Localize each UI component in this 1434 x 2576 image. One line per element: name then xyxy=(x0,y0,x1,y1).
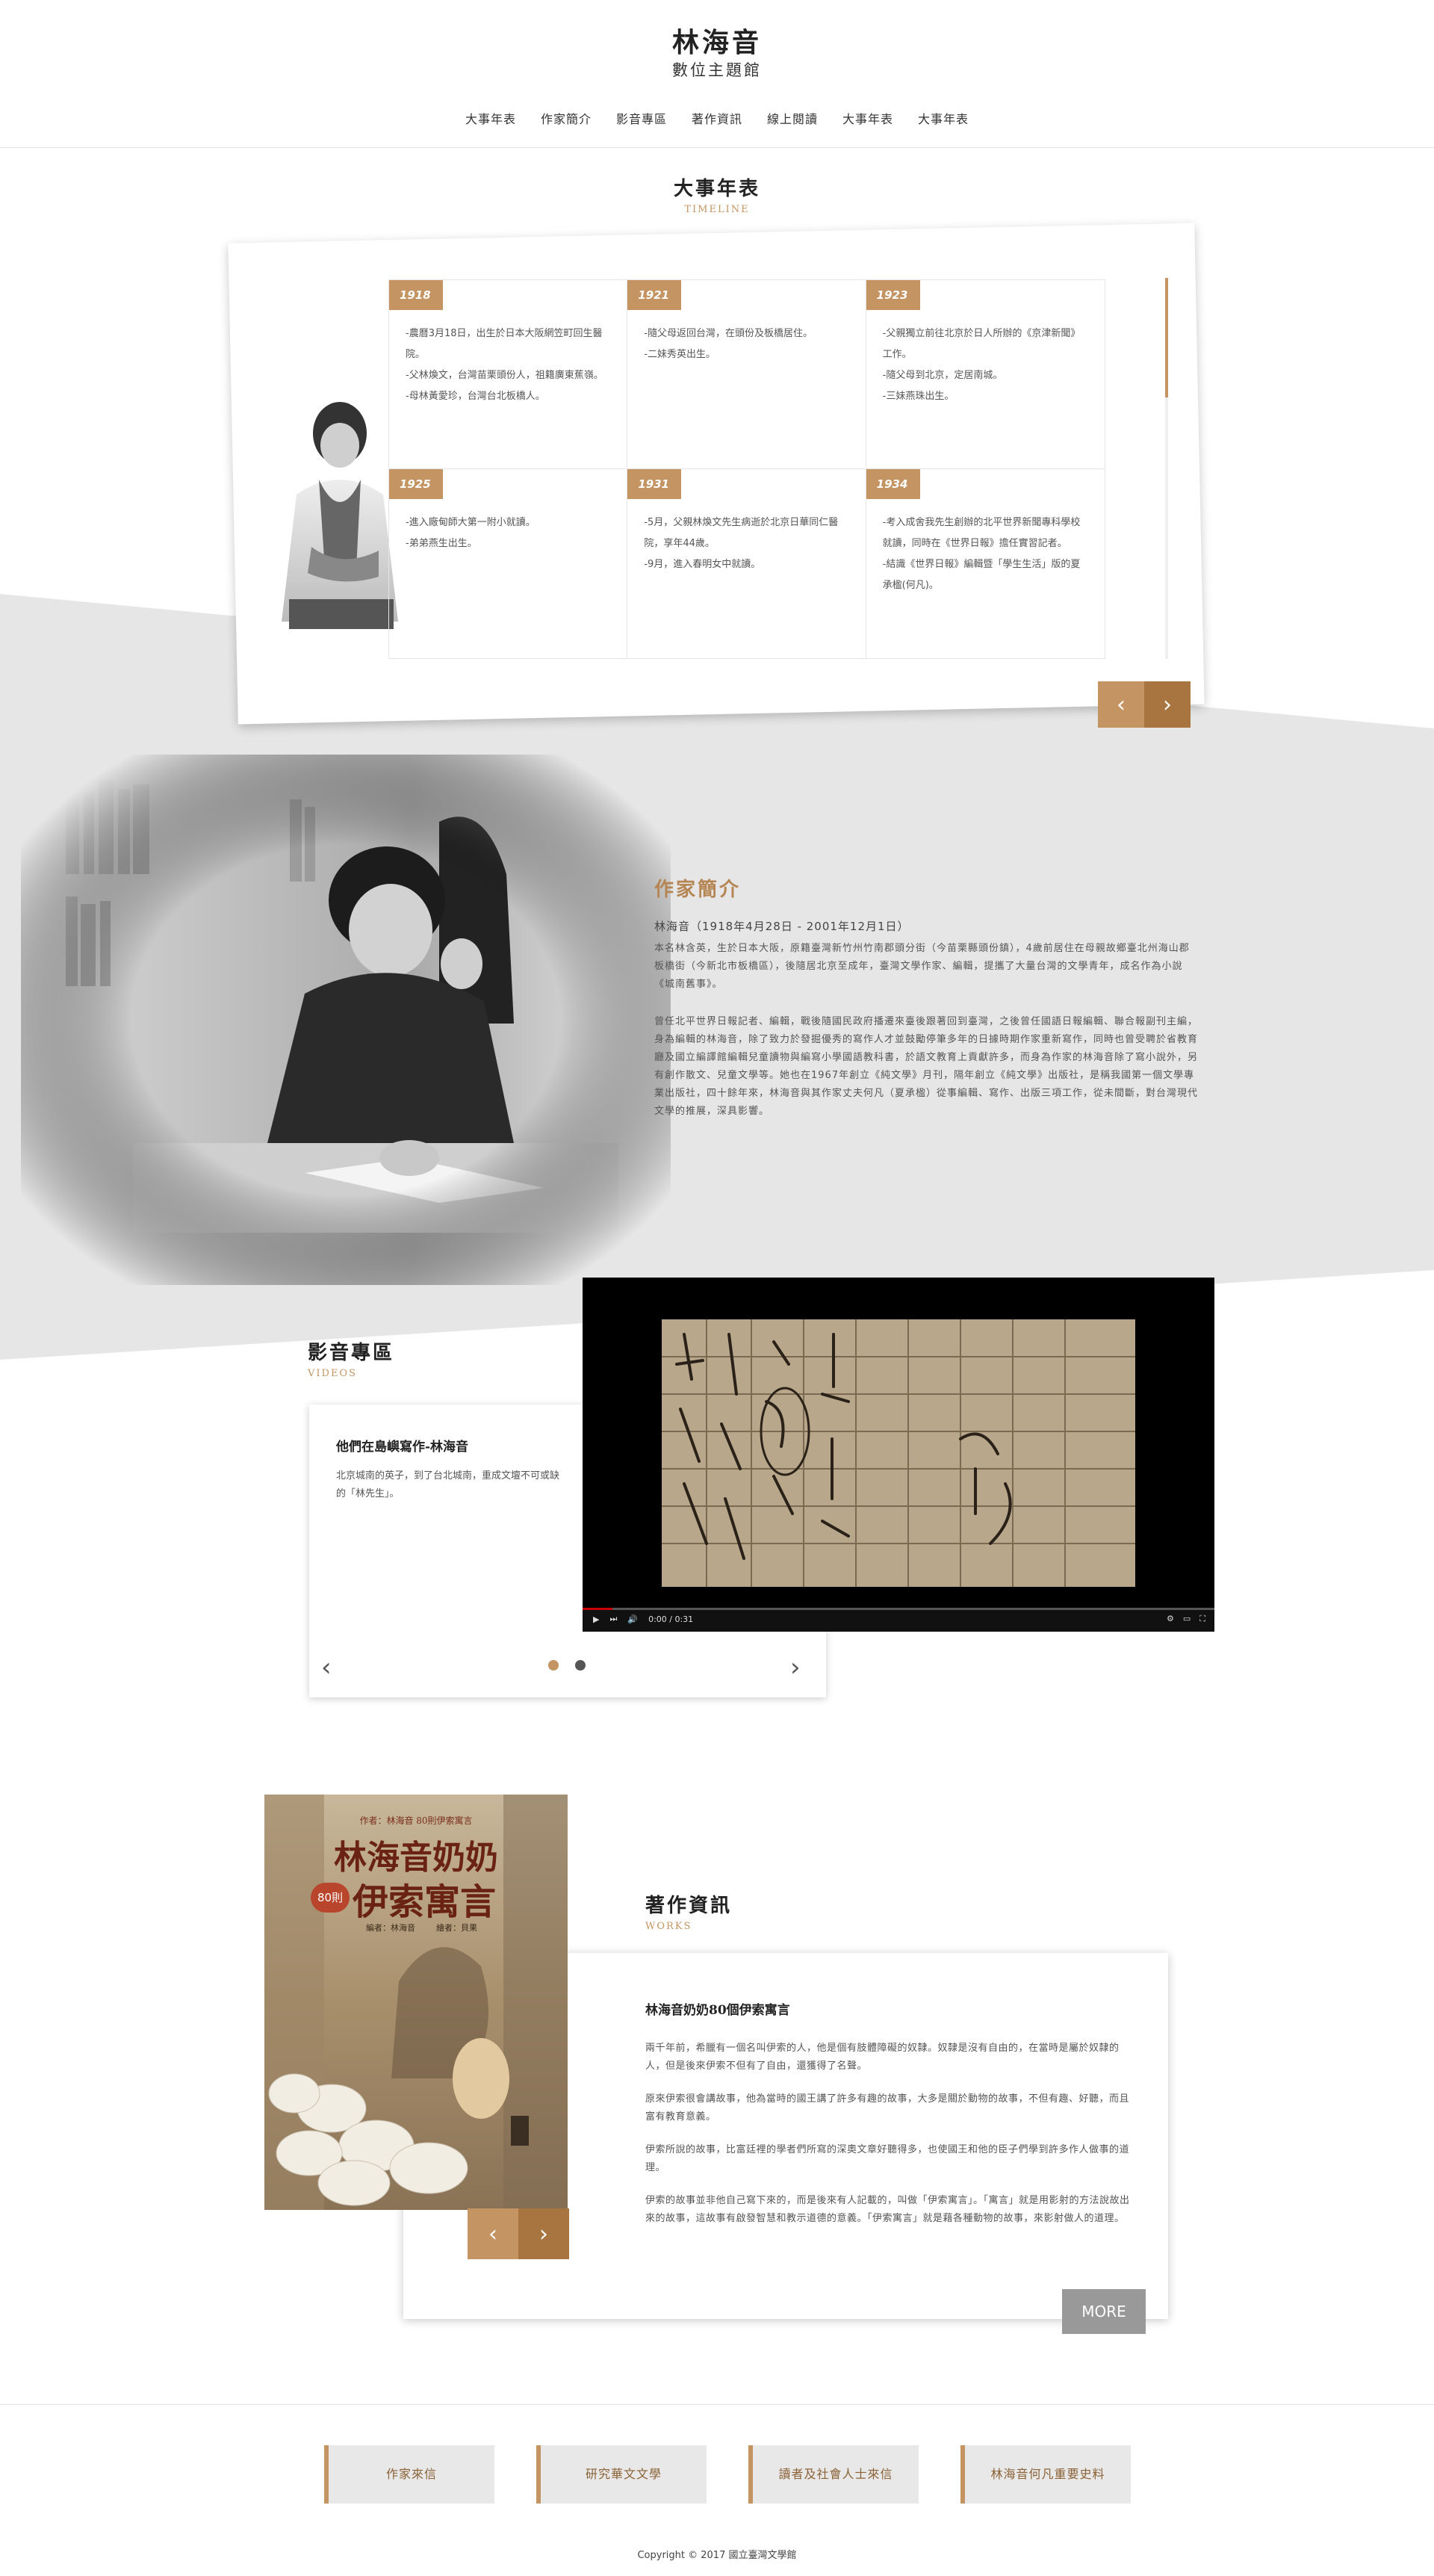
book-prev-button[interactable]: ‹ xyxy=(468,2208,518,2259)
book-illustrator: 繪者：貝果 xyxy=(436,1923,477,1933)
play-icon[interactable]: ▶ xyxy=(593,1614,599,1624)
video-player[interactable]: ▶ ⏭ 🔊 0:00 / 0:31 ⚙ ▭ ⛶ xyxy=(583,1278,1214,1632)
nav-item-timeline-2[interactable]: 大事年表 xyxy=(842,109,893,127)
book-author: 編者：林海音 xyxy=(366,1923,415,1933)
works-description: 兩千年前，希臘有一個名叫伊索的人，他是個有肢體障礙的奴隸。奴隸是沒有自由的，在當… xyxy=(645,2040,1138,2243)
nav-item-timeline-3[interactable]: 大事年表 xyxy=(918,109,969,127)
video-pagination xyxy=(548,1660,586,1671)
timeline-next-button[interactable]: › xyxy=(1144,681,1191,728)
skip-icon[interactable]: ⏭ xyxy=(609,1614,617,1624)
author-paragraph-1: 本名林含英，生於日本大阪，原籍臺灣新竹州竹南郡頭分街（今苗栗縣頭份鎮），4歲前居… xyxy=(654,943,1190,990)
timeline-entry: 1918 -農曆3月18日，出生於日本大阪網笠町回生醫院。 -父林煥文，台灣苗栗… xyxy=(389,280,628,469)
book-tagline: 作者：林海音 80則伊索寓言 xyxy=(359,1815,473,1826)
timeline-subtitle: TIMELINE xyxy=(684,204,750,215)
video-item-description: 北京城南的英子，到了台北城南，重成文壇不可或缺的「林先生」。 xyxy=(336,1470,560,1499)
video-item-title[interactable]: 他們在島嶼寫作-林海音 xyxy=(336,1436,468,1455)
timeline-grid: 1918 -農曆3月18日，出生於日本大阪網笠町回生醫院。 -父林煥文，台灣苗栗… xyxy=(388,279,1105,659)
timeline-arrows: ‹ › xyxy=(1098,681,1191,728)
chevron-left-icon: ‹ xyxy=(488,2220,497,2247)
chevron-right-icon: › xyxy=(790,1653,801,1682)
works-heading: 著作資訊 WORKS xyxy=(645,1890,732,1932)
author-lifespan: 林海音（1918年4月28日 - 2001年12月1日） xyxy=(654,920,910,933)
works-paragraph: 伊索的故事並非他自己寫下來的，而是後來有人記載的，叫做「伊索寓言」。「寓言」就是… xyxy=(645,2195,1130,2224)
theater-icon[interactable]: ▭ xyxy=(1183,1614,1191,1624)
chevron-left-icon: ‹ xyxy=(321,1653,332,1682)
pagination-dot[interactable] xyxy=(575,1660,586,1671)
book-title-line-1: 林海音奶奶 xyxy=(334,1839,498,1877)
nav-item-timeline[interactable]: 大事年表 xyxy=(465,109,516,127)
book-title-line-2: 伊索寓言 xyxy=(353,1881,497,1923)
timeline-text: -隨父母返回台灣，在頭份及板橋居住。 -二妹秀英出生。 xyxy=(644,328,813,360)
timeline-title: 大事年表 xyxy=(673,178,760,200)
video-frame xyxy=(662,1319,1135,1587)
works-section-subtitle: WORKS xyxy=(645,1921,692,1932)
book-badge: 80則 xyxy=(311,1883,350,1913)
chevron-left-icon: ‹ xyxy=(1117,691,1126,718)
site-footer: 作家來信 研究華文文學 讀者及社會人士來信 林海音何凡重要史料 Copyrigh… xyxy=(0,2404,1434,2576)
nav-item-videos[interactable]: 影音專區 xyxy=(616,109,667,127)
book-arrows: ‹ › xyxy=(468,2208,569,2259)
video-next-button[interactable]: › xyxy=(790,1653,801,1682)
video-section-title: 影音專區 xyxy=(308,1342,395,1364)
author-paragraph-2: 曾任北平世界日報記者、編輯，戰後隨國民政府播遷來臺後跟著回到臺灣，之後曾任國語日… xyxy=(654,1016,1199,1117)
site-header: 林海音 數位主題館 大事年表 作家簡介 影音專區 著作資訊 線上閱讀 大事年表 … xyxy=(0,0,1434,148)
timeline-entry: 1923 -父親獨立前往北京於日人所辦的《京津新聞》工作。 -隨父母到北京，定居… xyxy=(866,280,1105,469)
timeline-heading: 大事年表 TIMELINE xyxy=(0,173,1434,215)
author-info: 作家簡介 林海音（1918年4月28日 - 2001年12月1日） 本名林含英，… xyxy=(654,874,1198,1140)
copyright: Copyright © 2017 國立臺灣文學館 xyxy=(637,2550,797,2561)
timeline-card: 1918 -農曆3月18日，出生於日本大阪網笠町回生醫院。 -父林煥文，台灣苗栗… xyxy=(228,223,1205,728)
video-section-subtitle: VIDEOS xyxy=(308,1368,357,1379)
book-cover-image: 作者：林海音 80則伊索寓言 林海音奶奶 80則 伊索寓言 編者：林海音 繪者：… xyxy=(264,1795,568,2210)
gear-icon[interactable]: ⚙ xyxy=(1167,1614,1174,1624)
site-subtitle: 數位主題館 xyxy=(672,61,762,79)
timeline-year: 1931 xyxy=(627,469,682,499)
timeline-text: -5月，父親林煥文先生病逝於北京日華同仁醫院，享年44歲。 -9月，進入春明女中… xyxy=(644,517,839,570)
footer-link-author-letters[interactable]: 作家來信 xyxy=(324,2445,494,2504)
timeline-year: 1918 xyxy=(389,280,443,310)
author-photo xyxy=(21,755,671,1285)
main-nav: 大事年表 作家簡介 影音專區 著作資訊 線上閱讀 大事年表 大事年表 xyxy=(0,109,1434,127)
nav-item-reading[interactable]: 線上閱讀 xyxy=(767,109,818,127)
chevron-right-icon: › xyxy=(1163,691,1172,718)
site-logo[interactable]: 林海音 數位主題館 xyxy=(0,25,1434,81)
footer-link-research[interactable]: 研究華文文學 xyxy=(536,2445,707,2504)
timeline-scrollbar[interactable] xyxy=(1165,278,1168,659)
footer-links: 作家來信 研究華文文學 讀者及社會人士來信 林海音何凡重要史料 xyxy=(324,2445,1131,2504)
more-button[interactable]: MORE xyxy=(1062,2289,1146,2334)
works-item-title: 林海音奶奶80個伊索寓言 xyxy=(645,2003,790,2018)
timeline-year: 1921 xyxy=(627,280,682,310)
timeline-entry: 1925 -進入廠甸師大第一附小就讀。 -弟弟燕生出生。 xyxy=(389,469,628,658)
video-heading: 影音專區 VIDEOS xyxy=(308,1337,394,1379)
fullscreen-icon[interactable]: ⛶ xyxy=(1199,1614,1205,1624)
works-paragraph: 原來伊索很會講故事，他為當時的國王講了許多有趣的故事，大多是關於動物的故事，不但… xyxy=(645,2093,1130,2123)
footer-link-archives[interactable]: 林海音何凡重要史料 xyxy=(960,2445,1131,2504)
timeline-prev-button[interactable]: ‹ xyxy=(1098,681,1144,728)
chevron-right-icon: › xyxy=(539,2220,548,2247)
nav-item-works[interactable]: 著作資訊 xyxy=(692,109,742,127)
timeline-year: 1925 xyxy=(389,469,443,499)
book-next-button[interactable]: › xyxy=(518,2208,569,2259)
works-paragraph: 伊索所說的故事，比富廷裡的學者們所寫的深奧文章好聽得多，也使國王和他的臣子們學到… xyxy=(645,2144,1130,2173)
timeline-entry: 1921 -隨父母返回台灣，在頭份及板橋居住。 -二妹秀英出生。 xyxy=(627,280,866,469)
timeline-entry: 1931 -5月，父親林煥文先生病逝於北京日華同仁醫院，享年44歲。 -9月，進… xyxy=(627,469,866,658)
timeline-text: -進入廠甸師大第一附小就讀。 -弟弟燕生出生。 xyxy=(406,517,536,549)
timeline-text: -農曆3月18日，出生於日本大阪網笠町回生醫院。 -父林煥文，台灣苗栗頭份人，祖… xyxy=(406,328,603,402)
video-time: 0:00 / 0:31 xyxy=(648,1614,694,1624)
author-title: 作家簡介 xyxy=(654,879,742,901)
works-paragraph: 兩千年前，希臘有一個名叫伊索的人，他是個有肢體障礙的奴隸。奴隸是沒有自由的，在當… xyxy=(645,2043,1120,2072)
timeline-year: 1934 xyxy=(866,469,920,499)
nav-item-author[interactable]: 作家簡介 xyxy=(541,109,592,127)
timeline-entry: 1934 -考入成舍我先生創辦的北平世界新聞專科學校就讀，同時在《世界日報》擔任… xyxy=(866,469,1105,658)
site-title: 林海音 xyxy=(671,27,762,58)
timeline-text: -考入成舍我先生創辦的北平世界新聞專科學校就讀，同時在《世界日報》擔任實習記者。… xyxy=(882,517,1081,591)
works-section-title: 著作資訊 xyxy=(645,1895,733,1917)
pagination-dot-active[interactable] xyxy=(548,1660,559,1671)
timeline-year: 1923 xyxy=(866,280,920,310)
volume-icon[interactable]: 🔊 xyxy=(627,1614,638,1624)
video-prev-button[interactable]: ‹ xyxy=(321,1653,332,1682)
footer-link-reader-letters[interactable]: 讀者及社會人士來信 xyxy=(748,2445,919,2504)
timeline-text: -父親獨立前往北京於日人所辦的《京津新聞》工作。 -隨父母到北京，定居南城。 -… xyxy=(882,328,1081,402)
